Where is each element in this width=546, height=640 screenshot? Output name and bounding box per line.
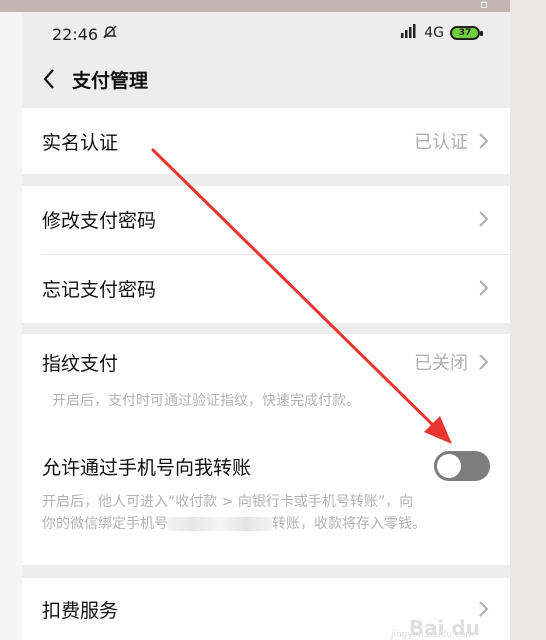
status-indicators: 4G 37 — [400, 24, 483, 41]
row-label: 实名认证 — [42, 131, 119, 154]
row-forgot-password[interactable]: 忘记支付密码 — [22, 255, 510, 321]
desc-line-2-start: 你的微信绑定手机号 — [42, 516, 168, 532]
desc-line-1: 开启后，他人可进入“收付款 > 向银行卡或手机号转账”，向 — [42, 494, 414, 510]
toggle-knob — [437, 454, 461, 478]
password-card: 修改支付密码 忘记支付密码 — [22, 186, 510, 323]
status-time: 22:46 — [52, 25, 99, 44]
row-real-name[interactable]: 实名认证 已认证 — [22, 108, 510, 174]
left-frame-strip — [0, 12, 22, 640]
bell-off-icon — [102, 24, 118, 44]
network-type: 4G — [424, 24, 444, 41]
row-label: 允许通过手机号向我转账 — [42, 456, 252, 479]
fingerprint-card: 指纹支付 已关闭 开启后，支付时可通过验证指纹，快速完成付款。 — [22, 334, 510, 434]
row-fingerprint[interactable]: 指纹支付 已关闭 — [22, 334, 510, 390]
fingerprint-description: 开启后，支付时可通过验证指纹，快速完成付款。 — [52, 393, 360, 409]
right-frame-strip — [510, 0, 546, 640]
row-label: 忘记支付密码 — [42, 278, 157, 301]
battery-icon: 37 — [450, 25, 483, 40]
baidu-watermark-url: jingyan.baidu.com — [390, 630, 474, 640]
phone-transfer-card: 允许通过手机号向我转账 开启后，他人可进入“收付款 > 向银行卡或手机号转账”，… — [22, 433, 510, 565]
top-frame-strip: ▫ × — [0, 0, 546, 12]
chevron-right-icon — [479, 354, 489, 370]
row-change-password[interactable]: 修改支付密码 — [22, 186, 510, 252]
row-label: 指纹支付 — [42, 352, 119, 375]
desc-line-2-end: 转账，收款将存入零钱。 — [272, 516, 426, 532]
desc-line-2: 你的微信绑定手机号 转账，收款将存入零钱。 — [42, 513, 490, 535]
chevron-left-icon[interactable] — [34, 62, 64, 96]
chevron-right-icon — [479, 280, 489, 296]
chevron-right-icon — [479, 211, 489, 227]
real-name-card: 实名认证 已认证 — [22, 108, 510, 174]
battery-level: 37 — [458, 27, 472, 38]
phone-transfer-description: 开启后，他人可进入“收付款 > 向银行卡或手机号转账”，向 你的微信绑定手机号 转… — [42, 491, 490, 535]
status-bar: 22:46 4G 37 — [22, 12, 510, 58]
row-value: 已认证 — [414, 132, 468, 153]
redacted-phone-number — [168, 517, 272, 531]
nav-bar: 支付管理 — [22, 58, 510, 106]
row-label: 扣费服务 — [42, 599, 119, 622]
page-title: 支付管理 — [72, 70, 149, 92]
chevron-right-icon — [479, 133, 489, 149]
row-label: 修改支付密码 — [42, 209, 157, 232]
row-value: 已关闭 — [414, 353, 468, 374]
phone-transfer-toggle[interactable] — [434, 451, 490, 481]
phone-screen: 22:46 4G 37 支付管理 实名认证 已认证 修改支付密码 忘记支付密码 … — [22, 12, 510, 640]
deduction-card: 扣费服务 Bai du jingyan.baidu.com — [22, 578, 510, 640]
signal-icon — [400, 24, 418, 41]
